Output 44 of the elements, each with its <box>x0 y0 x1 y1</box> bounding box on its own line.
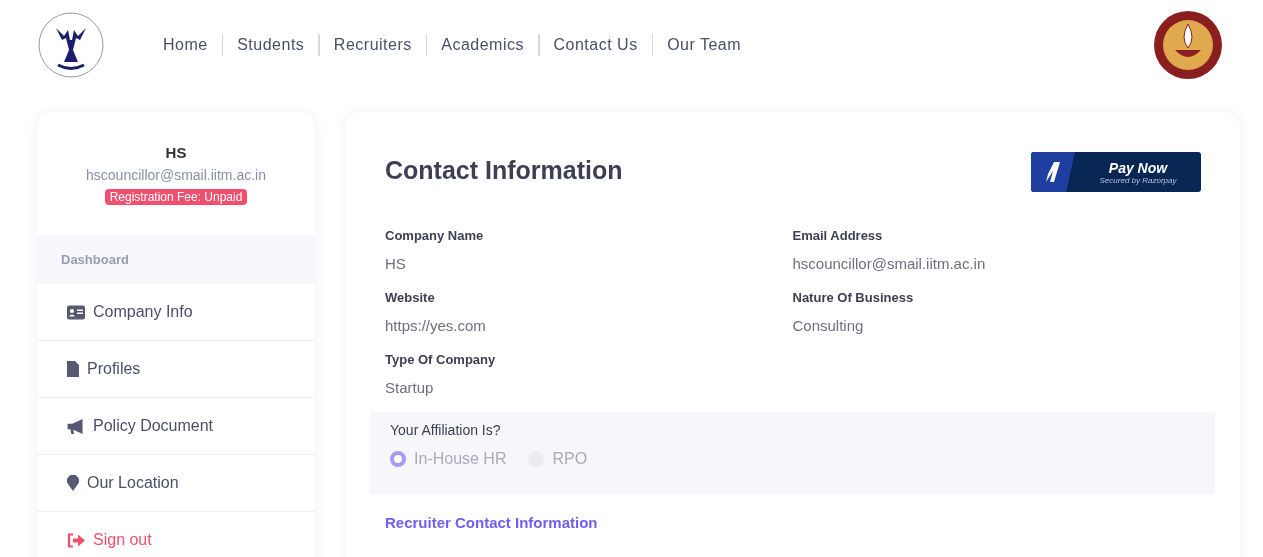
sign-out-icon <box>67 532 85 548</box>
megaphone-icon <box>67 418 85 434</box>
sidebar-item[interactable]: Sign out <box>37 511 315 557</box>
nav-link[interactable]: Contact Us <box>539 36 652 54</box>
placement-logo-drawing <box>36 10 106 80</box>
nav-link[interactable]: Home <box>163 36 222 54</box>
nav-link[interactable]: Students <box>223 36 319 54</box>
affiliation-question: Your Affiliation Is? <box>390 422 502 438</box>
field-label: Company Name <box>385 228 485 243</box>
file-icon <box>67 361 79 377</box>
field-value: HS <box>385 255 407 272</box>
pay-now-button[interactable]: Pay Now Secured by Razorpay <box>1031 152 1201 192</box>
sidebar-header: Dashboard <box>37 235 315 284</box>
sidebar-item-label: Sign out <box>93 531 152 549</box>
field-value: Startup <box>385 379 435 396</box>
map-pin-icon <box>67 475 79 491</box>
field-value: hscouncillor@smail.iitm.ac.in <box>792 255 987 272</box>
nav-link[interactable]: Recruiters <box>319 36 426 54</box>
section-title: Contact Information <box>385 156 623 185</box>
field-value: https://yes.com <box>385 317 487 334</box>
sidebar-item-label: Profiles <box>87 360 141 378</box>
sidebar-item-label: Our Location <box>87 474 179 492</box>
profile-name: HS <box>164 144 188 161</box>
sidebar-item-label: Policy Document <box>93 417 214 435</box>
field-value: Consulting <box>792 317 865 334</box>
pay-now-label: Pay Now <box>1108 159 1168 176</box>
razorpay-icon <box>1046 162 1060 182</box>
sidebar-item-label: Company Info <box>93 303 193 321</box>
sidebar-item[interactable]: Profiles <box>37 340 315 397</box>
fee-status-badge: Registration Fee: Unpaid <box>104 189 248 205</box>
nav-link[interactable]: Our Team <box>653 36 756 54</box>
sidebar-item[interactable]: Company Info <box>37 284 315 340</box>
sidebar-item[interactable]: Policy Document <box>37 397 315 454</box>
institute-logo-drawing <box>1153 10 1223 80</box>
field-label: Email Address <box>792 228 884 243</box>
field-label: Type Of Company <box>385 352 497 367</box>
subsection-title: Recruiter Contact Information <box>385 514 599 531</box>
field-label: Website <box>385 290 436 305</box>
secured-by-label: Secured by Razorpay <box>1099 175 1177 185</box>
profile-email: hscouncillor@smail.iitm.ac.in <box>85 167 267 183</box>
field-label: Nature Of Business <box>792 290 915 305</box>
sidebar-item[interactable]: Our Location <box>37 454 315 511</box>
nav-link[interactable]: Academics <box>427 36 538 54</box>
id-card-icon <box>67 304 85 320</box>
